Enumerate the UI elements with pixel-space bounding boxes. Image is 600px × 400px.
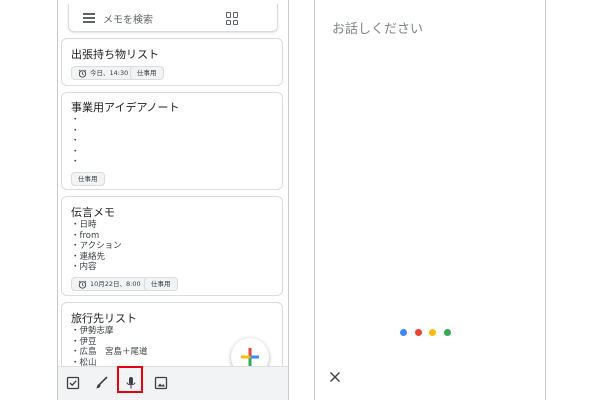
note-line: ・ xyxy=(71,125,80,136)
image-icon[interactable] xyxy=(154,376,168,390)
note-line: ・連絡先 xyxy=(71,251,106,262)
note-title: 事業用アイデアノート xyxy=(71,101,180,114)
note-line: ・アクション xyxy=(71,241,122,251)
listening-dot-green xyxy=(444,329,451,336)
label-chip[interactable]: 仕事用 xyxy=(144,277,178,291)
note-body: ・日時 ・from ・アクション ・連絡先 ・内容 xyxy=(71,220,122,273)
label-chip[interactable]: 仕事用 xyxy=(71,172,105,186)
reminder-chip[interactable]: 今日、14:30 xyxy=(71,66,136,80)
brush-icon[interactable] xyxy=(94,376,108,390)
close-icon[interactable] xyxy=(329,371,341,383)
note-card[interactable]: 事業用アイデアノート ・ ・ ・ ・ ・ 仕事用 xyxy=(61,92,283,190)
voice-prompt: お話しください xyxy=(332,22,424,37)
menu-icon[interactable] xyxy=(83,13,95,23)
note-line: ・伊勢志摩 xyxy=(71,326,114,336)
note-title: 伝言メモ xyxy=(71,206,115,219)
note-line: ・ xyxy=(71,115,80,125)
bottom-toolbar xyxy=(58,366,288,400)
reminder-text: 今日、14:30 xyxy=(90,69,129,77)
note-line: ・広島 宮島＋尾道 xyxy=(71,347,148,357)
note-card[interactable]: 出張持ち物リスト 今日、14:30 仕事用 xyxy=(61,38,283,86)
note-title: 旅行先リスト xyxy=(71,312,137,325)
alarm-icon xyxy=(78,69,87,78)
listening-dot-yellow xyxy=(429,329,436,336)
note-line: ・ xyxy=(71,136,80,146)
listening-dot-red xyxy=(415,329,422,336)
listening-dot-blue xyxy=(400,329,407,336)
note-title: 出張持ち物リスト xyxy=(71,48,159,61)
note-body: ・ ・ ・ ・ ・ xyxy=(71,115,80,168)
note-body: ・伊勢志摩 ・伊豆 ・広島 宮島＋尾道 ・松山 xyxy=(71,326,148,368)
note-line: ・from xyxy=(71,230,100,241)
note-line: ・日時 xyxy=(71,220,97,230)
voice-input-screen: お話しください xyxy=(314,0,546,400)
grid-view-icon[interactable] xyxy=(226,12,239,25)
alarm-icon xyxy=(78,280,87,289)
checkbox-icon[interactable] xyxy=(66,376,80,390)
note-line: ・内容 xyxy=(71,262,97,272)
reminder-text: 10月22日、8:00 xyxy=(90,280,141,288)
search-input[interactable]: メモを検索 xyxy=(103,11,153,26)
mic-highlight-box xyxy=(117,366,143,393)
note-line: ・ xyxy=(71,157,80,167)
note-line: ・ xyxy=(71,146,80,157)
notes-screen: メモを検索 出張持ち物リスト 今日、14:30 仕事用 事業用アイデアノート ・… xyxy=(57,0,289,400)
note-line: ・伊豆 xyxy=(71,336,97,347)
reminder-chip[interactable]: 10月22日、8:00 xyxy=(71,277,148,291)
note-card[interactable]: 伝言メモ ・日時 ・from ・アクション ・連絡先 ・内容 10月22日、8:… xyxy=(61,196,283,296)
add-icon xyxy=(241,348,259,366)
label-chip[interactable]: 仕事用 xyxy=(130,66,164,80)
search-bar[interactable]: メモを検索 xyxy=(68,4,278,32)
